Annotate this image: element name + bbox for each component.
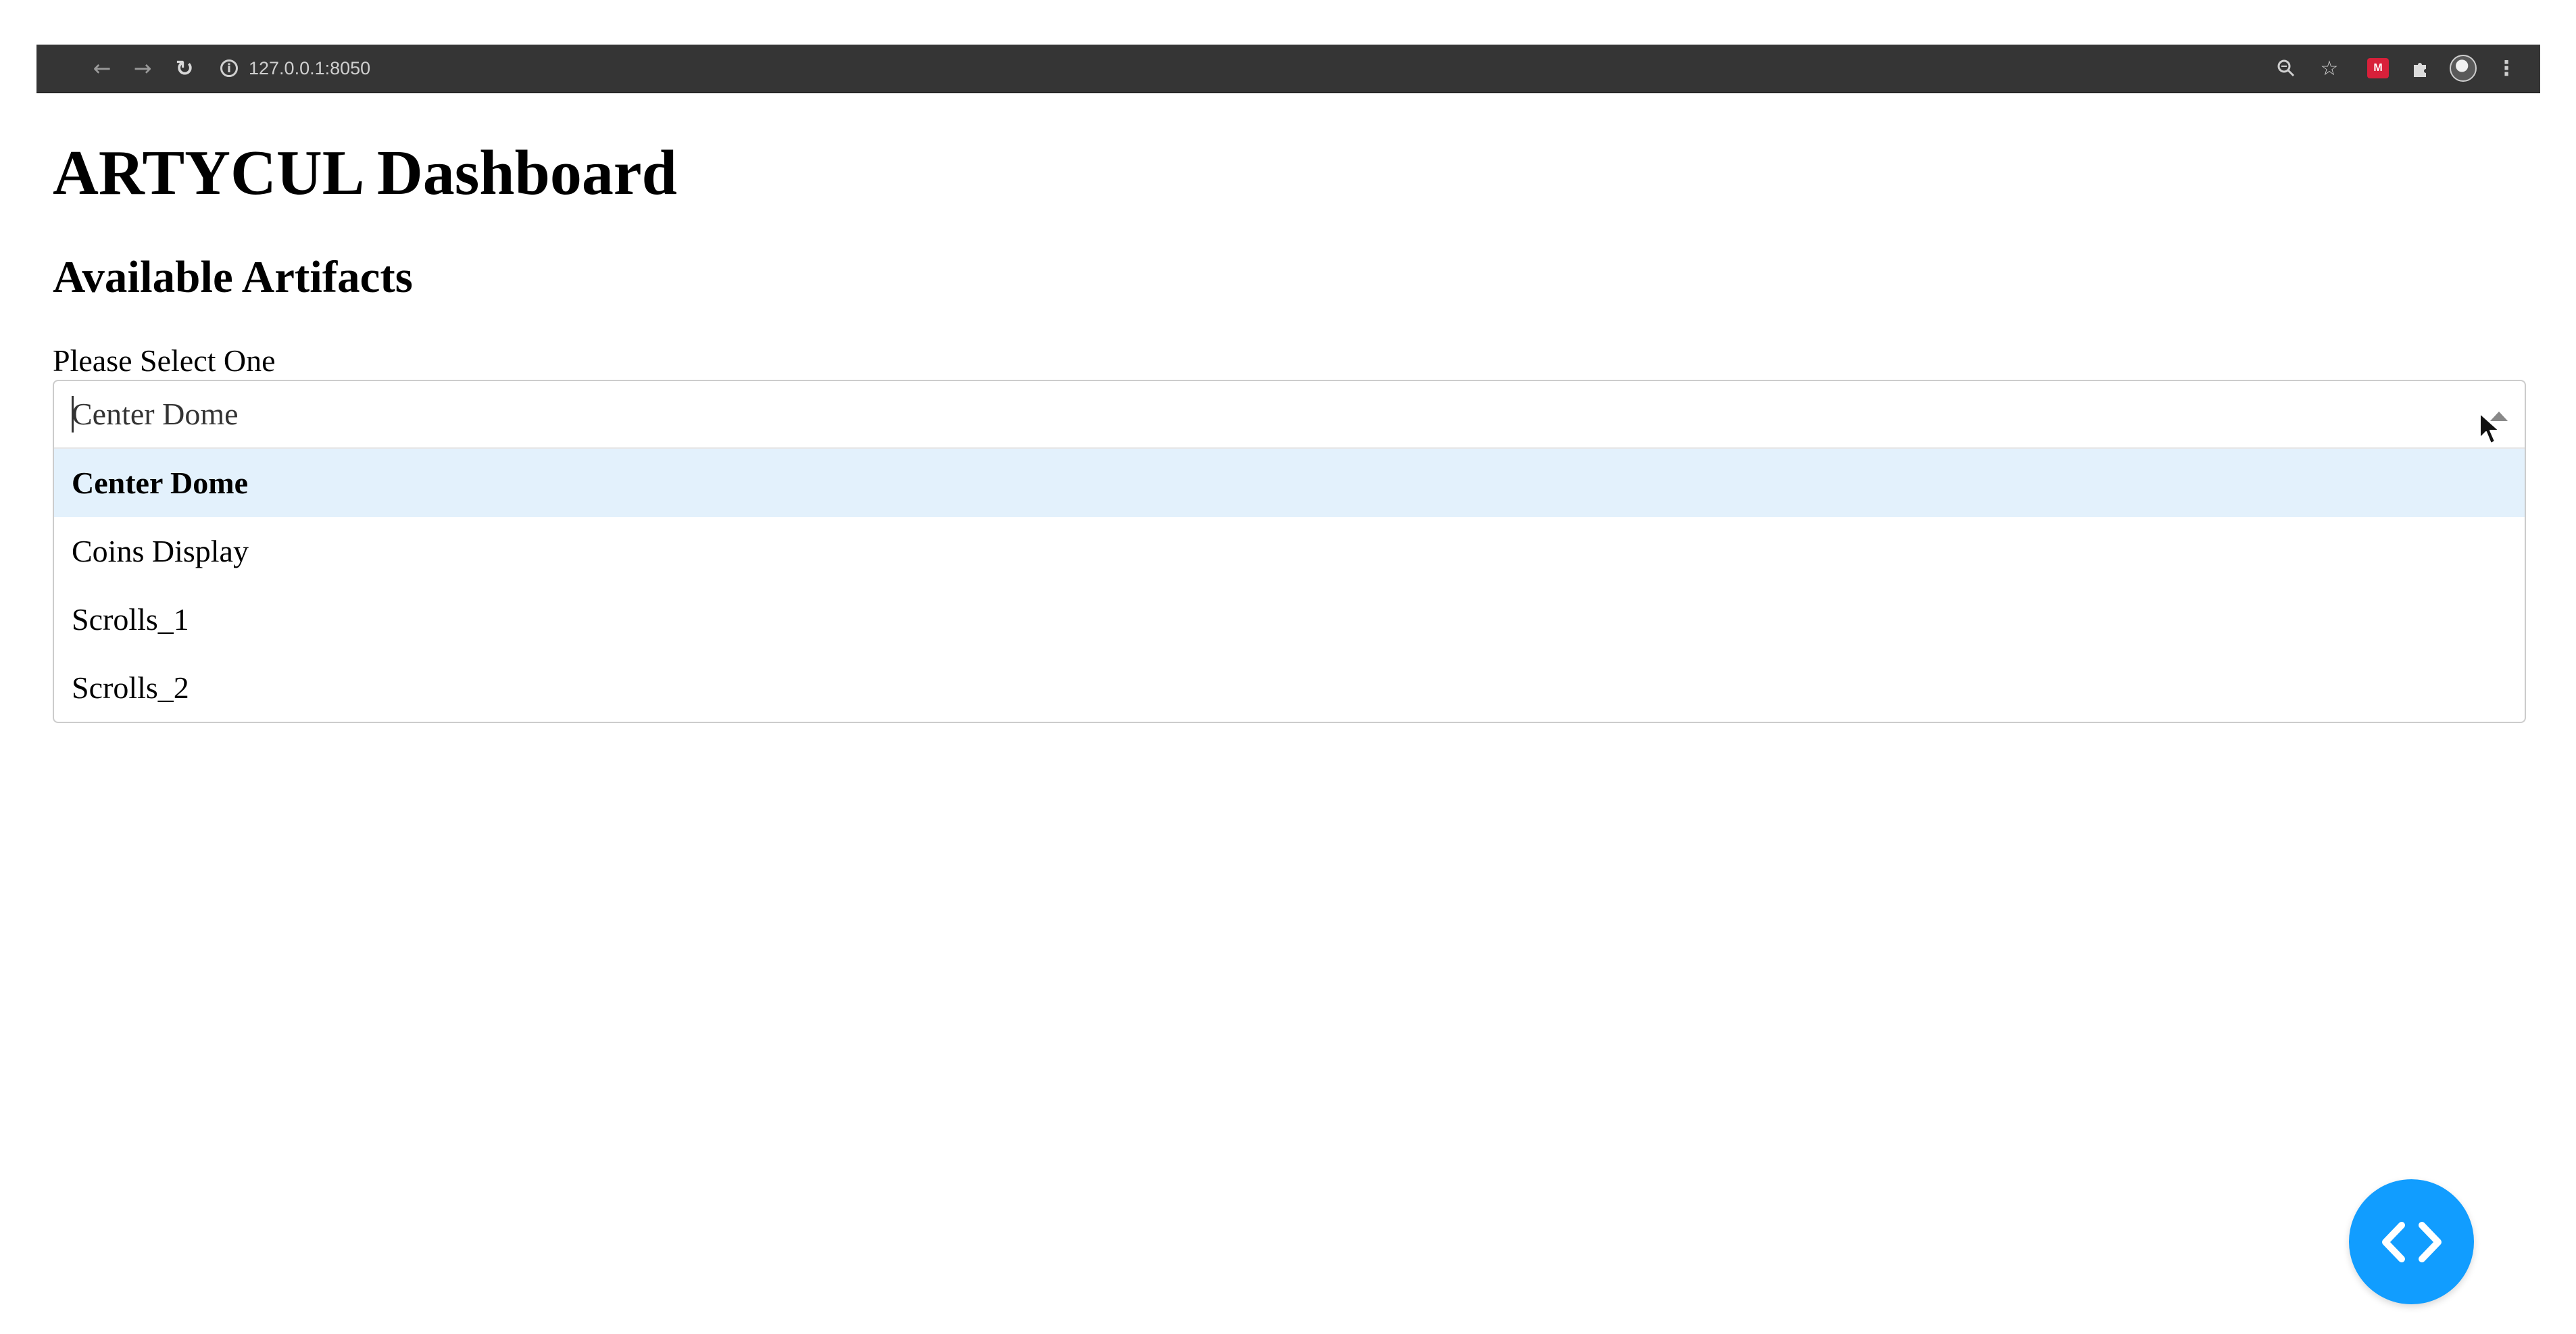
dropdown-option[interactable]: Scrolls_1 — [54, 585, 2525, 653]
artifact-dropdown[interactable]: Center Dome Center Dome Coins Display Sc… — [53, 380, 2526, 723]
dropdown-input[interactable]: Center Dome — [72, 395, 239, 434]
menu-icon[interactable]: ⋮ — [2487, 45, 2525, 92]
section-title: Available Artifacts — [53, 252, 413, 302]
star-icon[interactable]: ☆ — [2310, 45, 2348, 92]
browser-actions: ☆ M ⋮ — [2256, 45, 2540, 92]
dropdown-option[interactable]: Coins Display — [54, 517, 2525, 585]
address-bar[interactable]: i 127.0.0.1:8050 — [220, 45, 370, 92]
info-icon[interactable]: i — [220, 59, 238, 77]
reload-icon[interactable]: ↻ — [166, 45, 203, 92]
code-brackets-icon — [2381, 1221, 2442, 1262]
debug-menu-button[interactable] — [2349, 1179, 2474, 1304]
puzzle-icon[interactable] — [2401, 45, 2439, 92]
browser-toolbar: ← → ↻ i 127.0.0.1:8050 ☆ M ⋮ — [36, 45, 2540, 93]
profile-icon[interactable] — [2444, 45, 2482, 92]
page-title: ARTYCUL Dashboard — [53, 138, 677, 208]
dropdown-label: Please Select One — [53, 343, 276, 378]
back-icon[interactable]: ← — [84, 45, 120, 92]
extension-icon[interactable]: M — [2359, 45, 2397, 92]
dropdown-option[interactable]: Center Dome — [54, 449, 2525, 517]
dropdown-menu: Center Dome Coins Display Scrolls_1 Scro… — [54, 449, 2525, 722]
dropdown-control[interactable]: Center Dome — [54, 381, 2525, 449]
mouse-pointer-icon — [2479, 413, 2500, 444]
dropdown-option[interactable]: Scrolls_2 — [54, 653, 2525, 722]
url-text[interactable]: 127.0.0.1:8050 — [249, 58, 370, 79]
zoom-icon[interactable] — [2267, 45, 2305, 92]
forward-icon[interactable]: → — [124, 45, 161, 92]
